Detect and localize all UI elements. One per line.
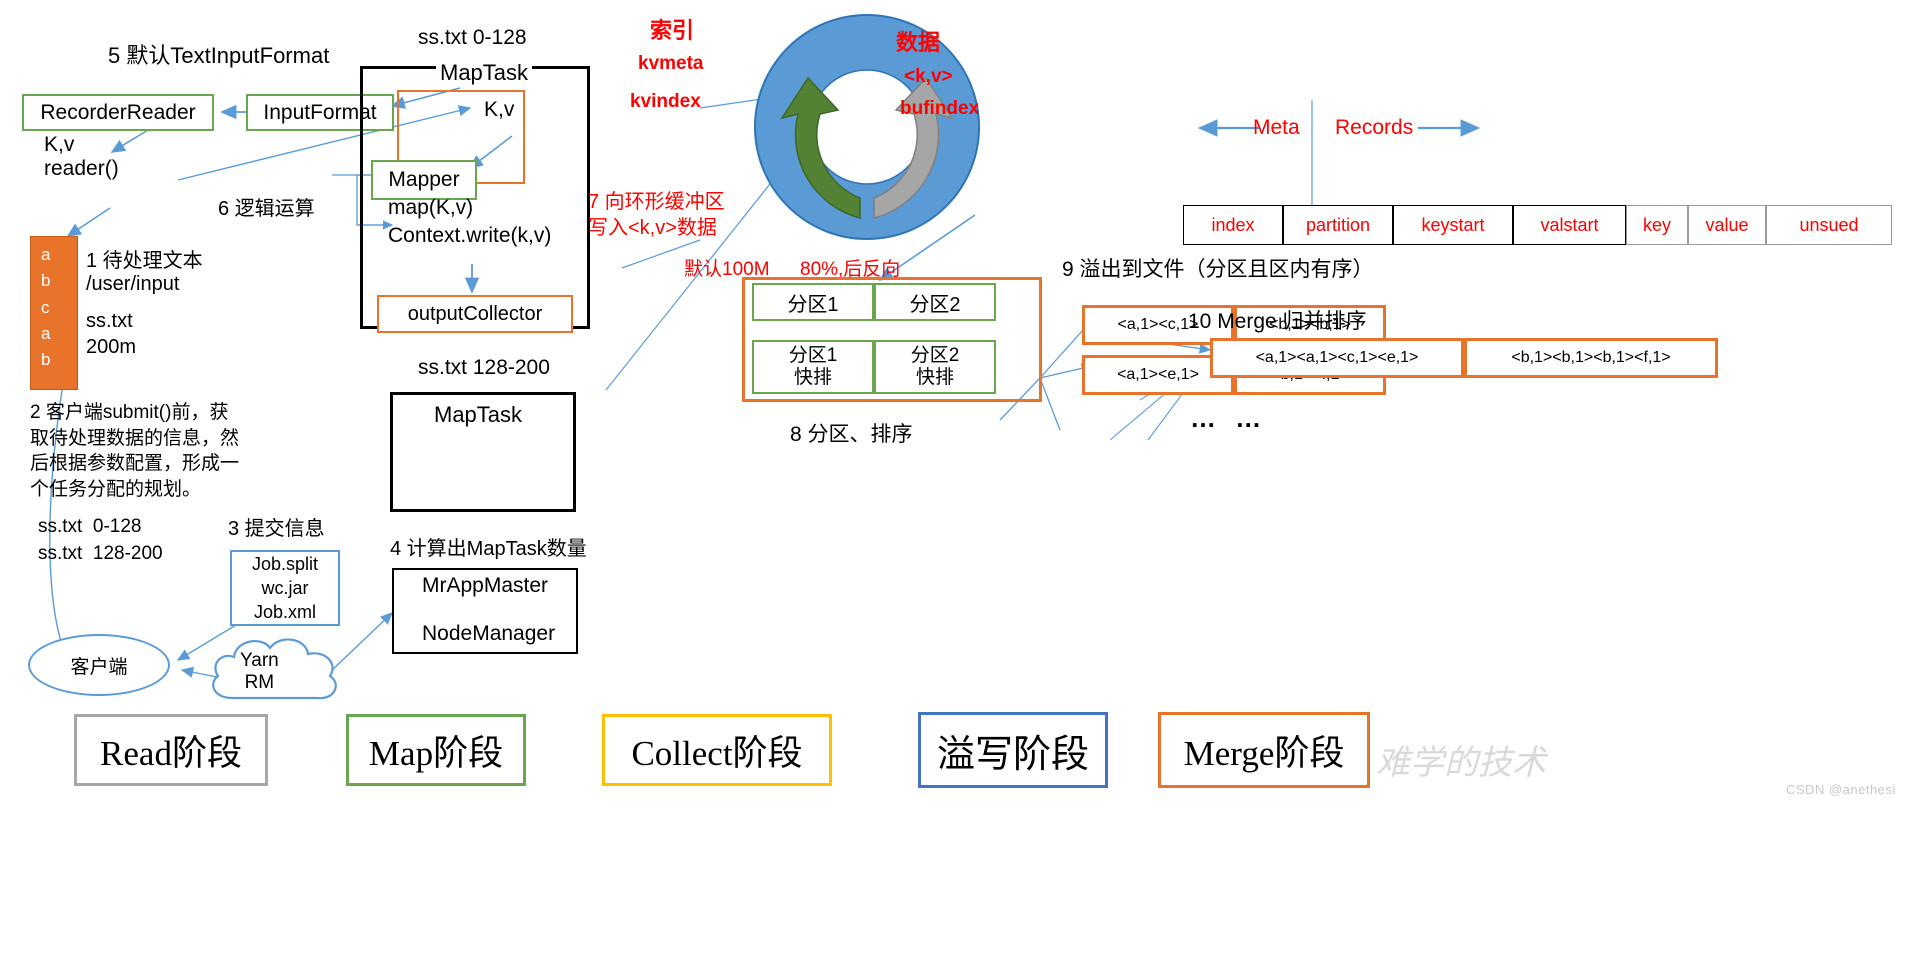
- watermark-credit: CSDN @anethesi: [1786, 782, 1896, 797]
- phase-read: Read阶段: [74, 714, 268, 786]
- input-file-name: ss.txt: [86, 310, 133, 332]
- phase-merge-label: Merge阶段: [1183, 733, 1345, 773]
- kvmeta-label: kvmeta: [638, 53, 704, 74]
- buffer-cell-value-label: value: [1705, 214, 1749, 235]
- merged-part2: <b,1><b,1><b,1><f,1>: [1464, 338, 1718, 378]
- buffer-cell-key-label: key: [1642, 214, 1671, 235]
- partition-row1-cell1-label: 分区1: [787, 293, 839, 316]
- phase-collect-label: Collect阶段: [631, 733, 803, 773]
- partition-row2-cell1-label: 分区1 快排: [788, 345, 838, 388]
- merged-part1: <a,1><a,1><c,1><e,1>: [1210, 338, 1464, 378]
- buffer-cell-valstart-label: valstart: [1540, 214, 1599, 235]
- partition-row1-cell2: 分区2: [874, 283, 996, 321]
- context-write-label: Context.write(k,v): [388, 224, 552, 247]
- diagram-canvas: 5 默认TextInputFormat RecorderReader Input…: [0, 0, 1920, 961]
- phase-spill-label: 溢写阶段: [936, 733, 1089, 776]
- output-collector-box: outputCollector: [377, 295, 573, 333]
- buffer-cell-partition-label: partition: [1305, 214, 1371, 235]
- merged-part1-label: <a,1><a,1><c,1><e,1>: [1255, 349, 1419, 366]
- step1-label: 1 待处理文本 /user/input: [86, 250, 203, 295]
- phase-map-label: Map阶段: [368, 733, 504, 773]
- index-label: 索引: [650, 18, 695, 43]
- step4-label: 4 计算出MapTask数量: [390, 538, 587, 560]
- input-file-letters: a b c a b …: [41, 245, 58, 396]
- mapper-box: Mapper: [371, 160, 477, 200]
- meta-arrow-label: Meta: [1253, 116, 1300, 139]
- phase-spill: 溢写阶段: [918, 712, 1108, 788]
- phase-collect: Collect阶段: [602, 714, 832, 786]
- job-files-box: Job.split wc.jar Job.xml: [230, 550, 340, 626]
- kvindex-label: kvindex: [630, 91, 701, 112]
- buffer-cell-unsued: unsued: [1766, 205, 1892, 245]
- input-file-size: 200m: [86, 336, 137, 358]
- output-collector-label: outputCollector: [407, 302, 543, 325]
- split-1-label: ss.txt 0-128: [38, 516, 142, 537]
- recorder-reader-box: RecorderReader: [22, 94, 214, 131]
- spill-file2-part1-label: <a,1><e,1>: [1117, 366, 1199, 383]
- kv-label: K,v: [484, 98, 515, 121]
- ring-buffer-graphic: [754, 14, 980, 240]
- kv-pair-label: <k,v>: [904, 66, 953, 87]
- step6-label: 6 逻辑运算: [218, 198, 315, 220]
- partition-row2-cell1: 分区1 快排: [752, 340, 874, 394]
- partition-row2-cell2-label: 分区2 快排: [910, 345, 960, 388]
- yarn-cloud: Yarn RM: [200, 632, 348, 714]
- partition-row1-cell1: 分区1: [752, 283, 874, 321]
- job-file-2: Job.xml: [253, 602, 316, 623]
- data-label: 数据: [896, 30, 941, 55]
- buffer-cell-partition: partition: [1283, 205, 1393, 245]
- buffer-cell-key: key: [1626, 205, 1688, 245]
- kv-reader-label: K,v reader(): [44, 133, 119, 181]
- maptask1-header: ss.txt 0-128: [418, 26, 527, 49]
- step3-label: 3 提交信息: [228, 518, 325, 540]
- node-manager-label: NodeManager: [422, 622, 556, 645]
- phase-read-label: Read阶段: [100, 733, 242, 773]
- step2-label: 2 客户端submit()前，获取待处理数据的信息，然后根据参数配置，形成一个任…: [30, 402, 240, 500]
- job-file-0: Job.split: [251, 553, 319, 574]
- step5-label: 5 默认TextInputFormat: [108, 43, 330, 68]
- partition-row2-cell2: 分区2 快排: [874, 340, 996, 394]
- phase-merge: Merge阶段: [1158, 712, 1370, 788]
- records-arrow-label: Records: [1335, 116, 1414, 139]
- recorder-reader-label: RecorderReader: [40, 100, 196, 124]
- step8-label: 8 分区、排序: [790, 423, 913, 446]
- maptask2-title: MapTask: [434, 402, 523, 427]
- bufindex-label: bufindex: [900, 98, 980, 119]
- merged-part2-label: <b,1><b,1><b,1><f,1>: [1511, 349, 1671, 366]
- mr-app-master-label: MrAppMaster: [422, 574, 549, 597]
- spill-file1-part1-label: <a,1><c,1>: [1117, 316, 1199, 333]
- buffer-cell-value: value: [1688, 205, 1766, 245]
- buffer-cell-unsued-label: unsued: [1799, 214, 1859, 235]
- maptask1-title: MapTask: [436, 60, 533, 86]
- spill-ellipsis: … …: [1190, 403, 1268, 433]
- client-ellipse: 客户端: [28, 634, 170, 696]
- yarn-label: Yarn RM: [240, 650, 279, 693]
- circular-buffer: [752, 12, 982, 242]
- job-file-1: wc.jar: [261, 577, 309, 598]
- buffer-cell-index-label: index: [1211, 214, 1255, 235]
- buffer-cell-keystart-label: keystart: [1421, 214, 1485, 235]
- split-2-label: ss.txt 128-200: [38, 543, 163, 564]
- client-label: 客户端: [70, 656, 128, 678]
- phase-map: Map阶段: [346, 714, 526, 786]
- map-call-label: map(K,v): [388, 196, 474, 219]
- watermark-chinese: 难学的技术: [1376, 745, 1546, 782]
- mapper-label: Mapper: [388, 168, 460, 191]
- maptask2-header: ss.txt 128-200: [418, 356, 550, 379]
- buffer-cell-valstart: valstart: [1513, 205, 1626, 245]
- step10-label: 10 Merge 归并排序: [1188, 310, 1367, 333]
- step7-label: 7 向环形缓冲区 写入<k,v>数据: [588, 191, 725, 239]
- step9-label: 9 溢出到文件（分区且区内有序）: [1062, 258, 1374, 281]
- buffer-cell-keystart: keystart: [1393, 205, 1513, 245]
- partition-row1-cell2-label: 分区2: [909, 293, 961, 316]
- buffer-cell-index: index: [1183, 205, 1283, 245]
